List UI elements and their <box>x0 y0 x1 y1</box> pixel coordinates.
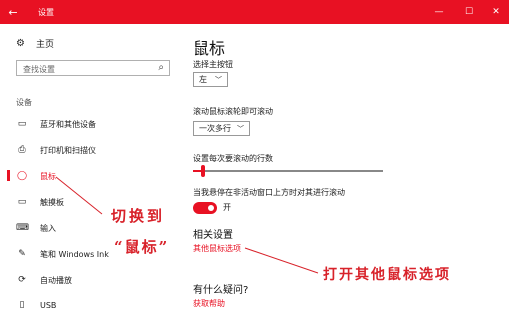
sidebar-home[interactable]: ⚙ 主页 <box>16 37 54 50</box>
lines-to-scroll-label: 设置每次要滚动的行数 <box>193 154 273 163</box>
printer-icon: ⎙ <box>18 145 26 155</box>
scroll-mode-label: 滚动鼠标滚轮即可滚动 <box>193 107 273 116</box>
sidebar-item-usb[interactable]: ▯ USB <box>16 298 176 312</box>
search-icon: ⌕ <box>158 62 164 73</box>
gear-icon: ⚙ <box>16 38 25 49</box>
annotation-switch-line1: 切换到 <box>111 207 166 225</box>
autoplay-icon: ⟳ <box>18 275 26 285</box>
annotation-switch-line2: “鼠标” <box>114 238 170 256</box>
sidebar-item-mouse[interactable]: ◯ 鼠标 <box>16 169 176 183</box>
toggle-knob <box>208 205 214 211</box>
primary-button-select[interactable]: 左 ﹀ <box>193 72 228 87</box>
sidebar-item-label: 笔和 Windows Ink <box>40 249 109 259</box>
maximize-button[interactable]: ☐ <box>455 0 483 24</box>
chevron-down-icon: ﹀ <box>215 75 222 84</box>
mouse-icon: ◯ <box>16 171 28 181</box>
scroll-mode-value: 一次多行 <box>199 124 231 133</box>
sidebar-item-label: 自动播放 <box>40 275 72 285</box>
toggle-state-text: 开 <box>223 203 231 212</box>
annotation-arrow-options <box>244 247 319 274</box>
back-arrow-icon: ← <box>8 5 18 19</box>
lines-slider-thumb[interactable] <box>201 165 205 177</box>
inactive-scroll-toggle[interactable] <box>193 202 217 214</box>
other-mouse-options-link[interactable]: 其他鼠标选项 <box>193 243 241 254</box>
minimize-button[interactable]: — <box>425 0 453 24</box>
lines-slider-track[interactable] <box>193 170 383 172</box>
close-button[interactable]: ✕ <box>482 0 509 24</box>
sidebar-item-label: USB <box>40 300 57 310</box>
page-title: 鼠标 <box>193 39 226 58</box>
search-input[interactable]: 查找设置 ⌕ <box>16 60 170 76</box>
scroll-mode-select[interactable]: 一次多行 ﹀ <box>193 121 250 136</box>
keyboard-icon: ⌨ <box>16 223 29 233</box>
sidebar-item-label: 蓝牙和其他设备 <box>40 119 96 129</box>
title-bar: ← 设置 — ☐ ✕ <box>0 0 509 24</box>
sidebar-item-label: 输入 <box>40 223 56 233</box>
touchpad-icon: ▭ <box>17 197 27 207</box>
primary-button-value: 左 <box>199 75 207 84</box>
sidebar-item-label: 鼠标 <box>40 171 56 181</box>
primary-button-label: 选择主按钮 <box>193 60 233 69</box>
sidebar-item-autoplay[interactable]: ⟳ 自动播放 <box>16 273 176 287</box>
sidebar-group-label: 设备 <box>16 98 32 107</box>
active-indicator <box>7 170 10 181</box>
sidebar-home-label: 主页 <box>36 40 55 50</box>
search-placeholder: 查找设置 <box>23 65 55 74</box>
pen-icon: ✎ <box>18 249 26 259</box>
get-help-link[interactable]: 获取帮助 <box>193 298 225 309</box>
sidebar-item-label: 打印机和扫描仪 <box>40 145 96 155</box>
related-settings-heading: 相关设置 <box>193 230 233 241</box>
sidebar-item-printers[interactable]: ⎙ 打印机和扫描仪 <box>16 143 176 157</box>
window-title: 设置 <box>38 8 54 17</box>
sidebar-item-bluetooth[interactable]: ▭ 蓝牙和其他设备 <box>16 117 176 131</box>
help-heading: 有什么疑问? <box>193 285 249 296</box>
inactive-scroll-label: 当我悬停在非活动窗口上方时对其进行滚动 <box>193 188 345 197</box>
usb-icon: ▯ <box>19 300 25 310</box>
bluetooth-devices-icon: ▭ <box>17 119 27 129</box>
annotation-open-other: 打开其他鼠标选项 <box>323 267 451 283</box>
sidebar-item-label: 触摸板 <box>40 197 64 207</box>
chevron-down-icon: ﹀ <box>237 124 244 133</box>
back-button[interactable]: ← <box>0 0 26 24</box>
